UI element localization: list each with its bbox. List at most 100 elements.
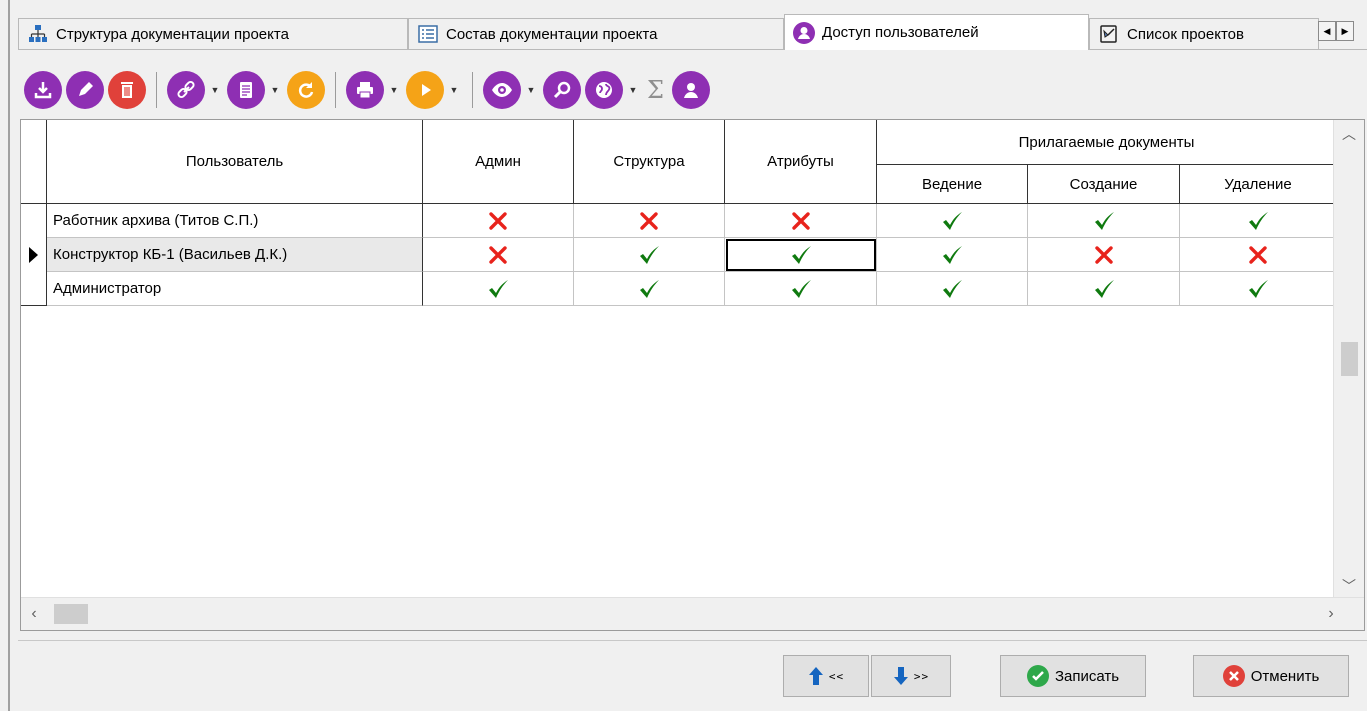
cross-icon	[640, 211, 658, 230]
save-button[interactable]: Записать	[1000, 655, 1146, 697]
scroll-left-button[interactable]: ‹	[21, 598, 47, 630]
admin-cell[interactable]	[423, 272, 574, 306]
header-remove[interactable]: Удаление	[1180, 165, 1336, 204]
tab-baseline	[18, 49, 1367, 50]
maintain-cell[interactable]	[877, 238, 1028, 272]
save-label: Записать	[1054, 667, 1120, 685]
link-dropdown-arrow[interactable]: ▼	[209, 71, 221, 109]
close-icon	[1222, 665, 1245, 687]
sigma-icon[interactable]: Σ	[647, 76, 664, 104]
row-indicator	[21, 272, 47, 306]
maintain-cell[interactable]	[877, 272, 1028, 306]
edit-icon[interactable]	[66, 71, 104, 109]
admin-cell[interactable]	[423, 204, 574, 238]
cross-icon	[1248, 245, 1267, 264]
check-icon	[791, 279, 811, 298]
view-icon[interactable]	[483, 71, 521, 109]
bottom-divider	[18, 640, 1367, 641]
list-icon	[417, 23, 439, 45]
document-dropdown-arrow[interactable]: ▼	[269, 71, 281, 109]
print-icon[interactable]	[346, 71, 384, 109]
maintain-cell[interactable]	[877, 204, 1028, 238]
delete-icon[interactable]	[108, 71, 146, 109]
header-user[interactable]: Пользователь	[47, 120, 423, 204]
remove-cell[interactable]	[1180, 238, 1336, 272]
check-icon	[791, 245, 811, 264]
vertical-scrollbar[interactable]: ︿ ﹀	[1333, 120, 1364, 598]
horizontal-scrollbar[interactable]: ‹ ›	[21, 597, 1364, 630]
create-cell[interactable]	[1028, 272, 1180, 306]
remove-cell[interactable]	[1180, 272, 1336, 306]
attributes-cell[interactable]	[725, 272, 877, 306]
print-dropdown-arrow[interactable]: ▼	[388, 71, 400, 109]
download-icon[interactable]	[24, 71, 62, 109]
vertical-scroll-thumb[interactable]	[1341, 342, 1358, 376]
check-icon	[943, 245, 962, 264]
attributes-cell-focused[interactable]	[725, 238, 877, 272]
globe-icon[interactable]	[585, 71, 623, 109]
check-icon	[640, 245, 659, 264]
scroll-right-button[interactable]: ›	[1318, 598, 1344, 630]
attributes-cell[interactable]	[725, 204, 877, 238]
structure-cell[interactable]	[574, 238, 725, 272]
tab-scroll-right-button[interactable]: ▶	[1336, 21, 1354, 41]
check-icon	[1248, 279, 1268, 298]
play-dropdown-arrow[interactable]: ▼	[448, 71, 460, 109]
hierarchy-icon	[27, 23, 49, 45]
check-icon	[489, 279, 508, 298]
document-icon[interactable]	[227, 71, 265, 109]
cancel-label: Отменить	[1250, 667, 1320, 685]
structure-cell[interactable]	[574, 204, 725, 238]
cross-icon	[489, 211, 507, 230]
toolbar: ▼ ▼ ▼ ▼ ▼ ▼ Σ	[24, 68, 714, 112]
check-icon	[640, 279, 659, 298]
structure-cell[interactable]	[574, 272, 725, 306]
tab-scroll-left-button[interactable]: ◀	[1318, 21, 1336, 41]
user-icon	[793, 21, 815, 44]
horizontal-scroll-thumb[interactable]	[54, 604, 88, 624]
previous-record-button[interactable]: <<	[783, 655, 869, 697]
header-admin[interactable]: Админ	[423, 120, 574, 204]
create-cell[interactable]	[1028, 238, 1180, 272]
header-structure[interactable]: Структура	[574, 120, 725, 204]
remove-cell[interactable]	[1180, 204, 1336, 238]
arrow-down-icon	[893, 667, 908, 685]
link-icon[interactable]	[167, 71, 205, 109]
check-icon	[943, 279, 962, 298]
refresh-icon[interactable]	[287, 71, 325, 109]
toolbar-separator	[335, 72, 336, 108]
row-indicator-header	[21, 120, 47, 204]
user-access-table: Пользователь Админ Структура Атрибуты Пр…	[20, 119, 1365, 631]
scroll-down-button[interactable]: ﹀	[1334, 574, 1364, 598]
header-maintain[interactable]: Ведение	[877, 165, 1028, 204]
create-cell[interactable]	[1028, 204, 1180, 238]
tab-user-access[interactable]: Доступ пользователей	[784, 14, 1089, 50]
row-indicator	[21, 204, 47, 238]
header-attached-documents: Прилагаемые документы	[877, 120, 1336, 165]
view-dropdown-arrow[interactable]: ▼	[525, 71, 537, 109]
toolbar-separator	[472, 72, 473, 108]
check-icon	[1094, 211, 1114, 230]
header-create[interactable]: Создание	[1028, 165, 1180, 204]
tab-scroll-buttons: ◀ ▶	[1318, 21, 1354, 41]
tab-structure[interactable]: Структура документации проекта	[18, 18, 408, 49]
user-icon[interactable]	[671, 71, 710, 109]
header-attributes[interactable]: Атрибуты	[725, 120, 877, 204]
user-cell[interactable]: Администратор	[47, 272, 423, 306]
toolbar-separator	[156, 72, 157, 108]
scroll-up-button[interactable]: ︿	[1334, 122, 1364, 146]
check-icon	[1248, 211, 1268, 230]
next-record-button[interactable]: >>	[871, 655, 951, 697]
user-cell[interactable]: Конструктор КБ-1 (Васильев Д.К.)	[47, 238, 423, 272]
tab-project-list[interactable]: Список проектов	[1089, 18, 1319, 49]
cross-icon	[791, 211, 810, 230]
tab-composition[interactable]: Состав документации проекта	[408, 18, 784, 49]
globe-dropdown-arrow[interactable]: ▼	[627, 71, 639, 109]
user-cell[interactable]: Работник архива (Титов С.П.)	[47, 204, 423, 238]
cancel-button[interactable]: Отменить	[1193, 655, 1349, 697]
search-icon[interactable]	[543, 71, 581, 109]
tab-label: Структура документации проекта	[56, 25, 289, 43]
cross-icon	[489, 245, 507, 264]
admin-cell[interactable]	[423, 238, 574, 272]
play-icon[interactable]	[406, 71, 444, 109]
